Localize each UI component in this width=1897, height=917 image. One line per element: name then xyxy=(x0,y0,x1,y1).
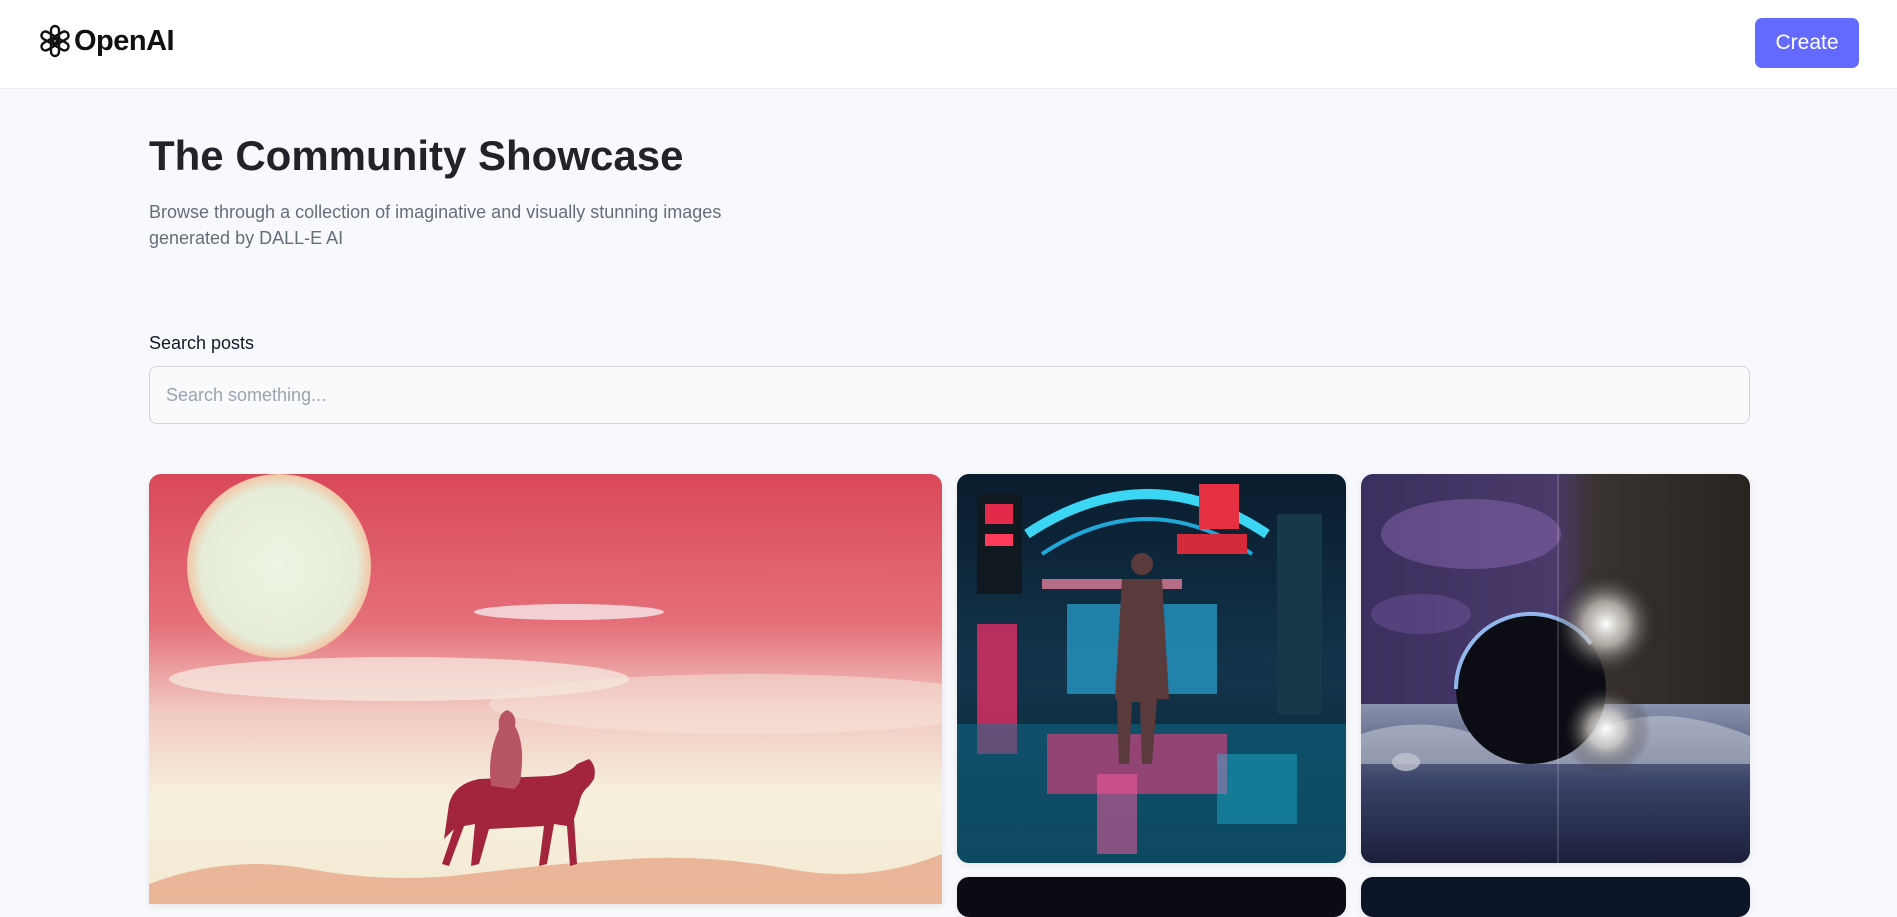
gallery-card-dark[interactable] xyxy=(957,877,1346,917)
brand-logo-link[interactable]: OpenAI xyxy=(38,24,175,58)
dark-image xyxy=(957,877,1346,917)
brand-name: OpenAI xyxy=(74,24,175,57)
openai-logo-icon xyxy=(38,24,72,58)
search-input[interactable] xyxy=(149,366,1750,424)
gallery-card-neon-city[interactable] xyxy=(957,474,1346,863)
search-label: Search posts xyxy=(149,333,255,353)
create-button[interactable]: Create xyxy=(1755,18,1859,68)
page-subtitle: Browse through a collection of imaginati… xyxy=(149,202,722,248)
gallery-card-space-eclipse[interactable] xyxy=(1361,474,1750,863)
gallery-card-night-sky[interactable] xyxy=(1361,877,1750,917)
horse-rider-sunset-image xyxy=(149,474,942,904)
night-sky-image xyxy=(1361,877,1750,917)
page-title: The Community Showcase xyxy=(149,132,684,179)
neon-city-street-image xyxy=(957,474,1346,863)
top-header: OpenAI Create xyxy=(0,0,1897,89)
space-planet-eclipse-image xyxy=(1361,474,1750,863)
gallery-card-horse-rider[interactable] xyxy=(149,474,942,904)
